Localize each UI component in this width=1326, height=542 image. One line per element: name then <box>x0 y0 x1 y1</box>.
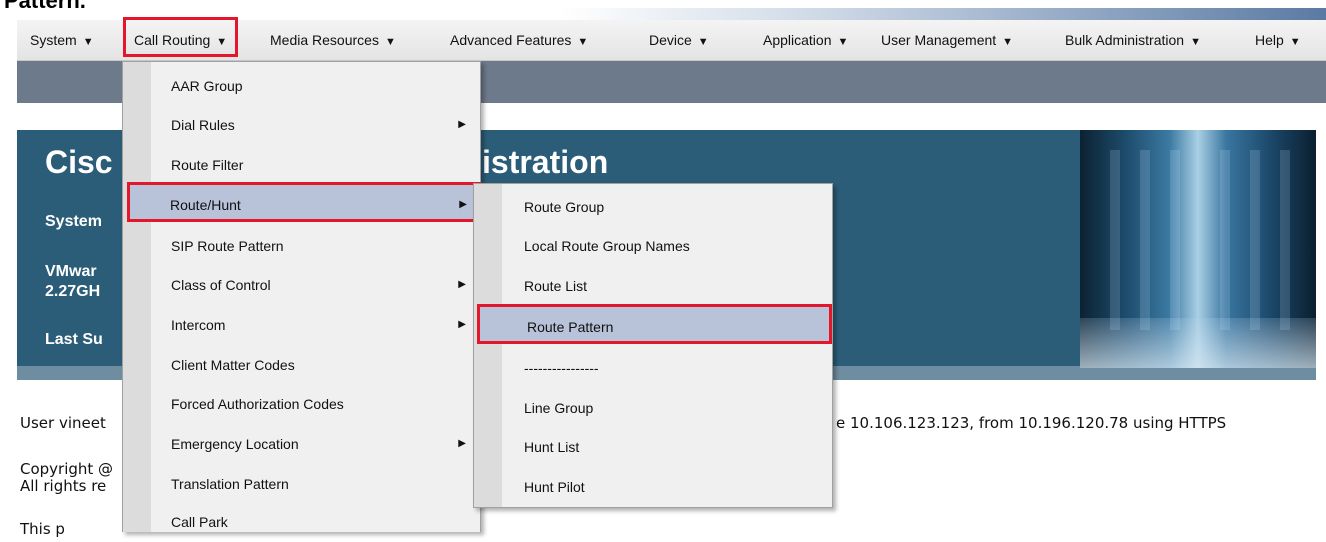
menu-call-routing[interactable]: Call Routing ▼ <box>123 17 239 57</box>
submenu-arrow-icon: ▶ <box>459 199 467 210</box>
menu-bulk-administration-label: Bulk Administration <box>1065 32 1185 48</box>
menu-system[interactable]: System ▼ <box>30 20 94 60</box>
menu-item-label: Client Matter Codes <box>171 357 295 373</box>
menubar: System ▼ Call Routing ▼ Media Resources ▼ A… <box>17 17 1326 61</box>
copyright-line: Copyright @ <box>20 460 114 478</box>
menu-separator: ---------------- <box>474 348 832 388</box>
chevron-down-icon: ▼ <box>82 36 94 48</box>
banner-last-successful: Last Su <box>45 331 103 348</box>
chevron-down-icon: ▼ <box>837 36 849 48</box>
chevron-down-icon: ▼ <box>1190 36 1201 48</box>
menu-item-route-list[interactable]: Route List <box>474 266 832 306</box>
chevron-down-icon: ▼ <box>384 36 396 48</box>
menu-item-label: Local Route Group Names <box>524 238 690 254</box>
menu-call-routing-label: Call Routing <box>134 32 211 48</box>
menu-item-route-filter[interactable]: Route Filter <box>123 145 480 185</box>
user-info-left: User vineet <box>20 414 106 432</box>
menu-item-label: Route Group <box>524 199 605 215</box>
chevron-down-icon: ▼ <box>1289 36 1301 48</box>
rights-line: All rights re <box>20 477 107 495</box>
menu-item-label: Emergency Location <box>171 436 299 452</box>
submenu-arrow-icon: ▶ <box>458 119 466 130</box>
rack-shape <box>1250 150 1260 330</box>
menu-application[interactable]: Application ▼ <box>763 20 848 60</box>
menu-item-forced-authorization-codes[interactable]: Forced Authorization Codes <box>123 384 480 424</box>
banner-vmware: VMwar <box>45 263 97 280</box>
menu-device-label: Device <box>649 32 692 48</box>
menu-help-label: Help <box>1255 32 1284 48</box>
chevron-down-icon: ▼ <box>216 36 228 48</box>
menu-item-label: Hunt Pilot <box>524 479 585 495</box>
banner-system: System <box>45 213 102 230</box>
menu-bulk-administration[interactable]: Bulk Administration ▼ <box>1065 20 1201 60</box>
submenu-arrow-icon: ▶ <box>458 279 466 290</box>
product-line: This p <box>20 520 65 538</box>
menu-item-emergency-location[interactable]: Emergency Location ▶ <box>123 424 480 464</box>
rack-shape <box>1220 150 1230 330</box>
header-gradient <box>560 8 1326 20</box>
menu-item-intercom[interactable]: Intercom ▶ <box>123 305 480 345</box>
chevron-down-icon: ▼ <box>1002 36 1014 48</box>
floor-shape <box>1080 318 1316 368</box>
separator-text: ---------------- <box>524 360 599 376</box>
datacenter-image <box>1080 130 1316 368</box>
menu-item-sip-route-pattern[interactable]: SIP Route Pattern <box>123 226 480 266</box>
image-lower-strip <box>1080 368 1316 380</box>
menu-user-management-label: User Management <box>881 32 997 48</box>
rack-shape <box>1110 150 1120 330</box>
menu-item-hunt-list[interactable]: Hunt List <box>474 427 832 467</box>
menu-user-management[interactable]: User Management ▼ <box>881 20 1013 60</box>
menu-item-hunt-pilot[interactable]: Hunt Pilot <box>474 467 832 507</box>
banner-title-left: Cisc <box>45 144 113 180</box>
banner-cpu: 2.27GH <box>45 283 101 300</box>
menu-item-label: Line Group <box>524 400 594 416</box>
menu-advanced-features-label: Advanced Features <box>450 32 572 48</box>
menu-item-local-route-group-names[interactable]: Local Route Group Names <box>474 226 832 266</box>
menu-item-label: Route List <box>524 278 588 294</box>
menu-item-label: Dial Rules <box>171 117 235 133</box>
menu-item-line-group[interactable]: Line Group <box>474 388 832 428</box>
menu-item-label: Route Pattern <box>527 319 614 335</box>
route-hunt-submenu: Route Group Local Route Group Names Rout… <box>473 183 833 508</box>
menu-item-aar-group[interactable]: AAR Group <box>123 66 480 106</box>
menu-item-label: Forced Authorization Codes <box>171 396 344 412</box>
menu-item-client-matter-codes[interactable]: Client Matter Codes <box>123 345 480 385</box>
menu-item-label: Hunt List <box>524 439 580 455</box>
menu-item-label: Class of Control <box>171 277 271 293</box>
menu-media-resources-label: Media Resources <box>270 32 379 48</box>
chevron-down-icon: ▼ <box>577 36 589 48</box>
menu-item-dial-rules[interactable]: Dial Rules ▶ <box>123 105 480 145</box>
menu-help[interactable]: Help ▼ <box>1255 20 1301 60</box>
menu-item-class-of-control[interactable]: Class of Control ▶ <box>123 265 480 305</box>
menu-item-route-group[interactable]: Route Group <box>474 187 832 227</box>
rack-shape <box>1170 150 1180 330</box>
menu-item-label: Call Park <box>171 514 228 530</box>
submenu-arrow-icon: ▶ <box>458 319 466 330</box>
menu-item-label: Translation Pattern <box>171 476 289 492</box>
menu-media-resources[interactable]: Media Resources ▼ <box>270 20 396 60</box>
submenu-arrow-icon: ▶ <box>458 438 466 449</box>
chevron-down-icon: ▼ <box>697 36 709 48</box>
menu-item-translation-pattern[interactable]: Translation Pattern <box>123 464 480 504</box>
menu-item-label: Intercom <box>171 317 226 333</box>
page-heading-fragment: Pattern. <box>4 0 86 13</box>
menu-item-call-park[interactable]: Call Park <box>123 502 480 542</box>
menu-item-label: Route Filter <box>171 157 244 173</box>
menu-item-route-pattern[interactable]: Route Pattern <box>477 304 832 344</box>
rack-shape <box>1280 150 1290 330</box>
menu-item-label: SIP Route Pattern <box>171 238 284 254</box>
menu-advanced-features[interactable]: Advanced Features ▼ <box>450 20 588 60</box>
menu-device[interactable]: Device ▼ <box>649 20 709 60</box>
menu-item-route-hunt[interactable]: Route/Hunt ▶ <box>127 182 482 222</box>
menu-item-label: Route/Hunt <box>170 197 241 213</box>
menu-item-label: AAR Group <box>171 78 243 94</box>
menu-system-label: System <box>30 32 77 48</box>
call-routing-dropdown: AAR Group Dial Rules ▶ Route Filter Route… <box>122 61 482 532</box>
banner-title-right: istration <box>482 144 609 180</box>
user-info-right: e 10.106.123.123, from 10.196.120.78 usi… <box>836 414 1227 432</box>
rack-shape <box>1140 150 1150 330</box>
menu-application-label: Application <box>763 32 832 48</box>
